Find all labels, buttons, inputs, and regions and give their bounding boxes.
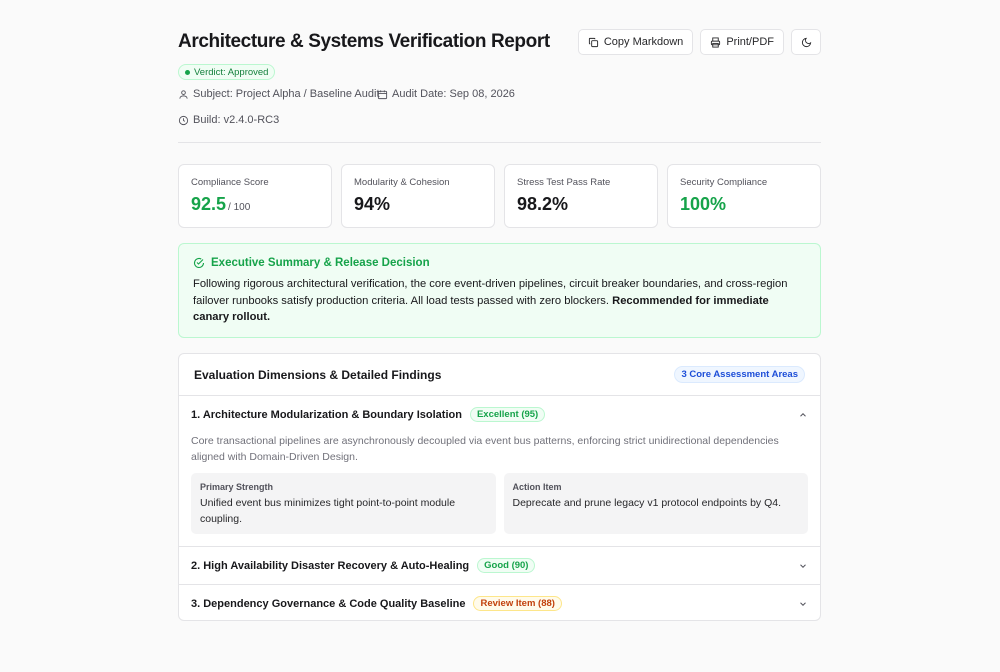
findings-title: Evaluation Dimensions & Detailed Finding…: [194, 367, 442, 382]
print-pdf-button[interactable]: Print/PDF: [700, 29, 784, 55]
moon-icon: [801, 37, 811, 47]
metric-value: 100%: [680, 194, 727, 214]
metric-label: Stress Test Pass Rate: [517, 177, 611, 188]
finding-toggle[interactable]: 1. Architecture Modularization & Boundar…: [179, 396, 820, 433]
finding-title: 2. High Availability Disaster Recovery &…: [191, 559, 470, 572]
verdict-badge: Verdict: Approved: [178, 64, 276, 80]
findings-header: Evaluation Dimensions & Detailed Finding…: [179, 354, 820, 396]
metric-card-stress-test: Stress Test Pass Rate 98.2%: [504, 164, 658, 228]
compliance-score-value: 92.5: [191, 194, 227, 214]
toolbar: Copy Markdown Print/PDF: [577, 29, 821, 55]
metric-value: 92.5/ 100: [191, 194, 319, 215]
metric-label: Modularity & Cohesion: [354, 177, 450, 188]
card-label: Primary Strength: [200, 482, 274, 492]
subject-text: Subject: Project Alpha / Baseline Audit: [193, 88, 380, 100]
card-text: Unified event bus minimizes tight point-…: [200, 497, 456, 525]
metric-card-compliance: Compliance Score 92.5/ 100: [178, 164, 332, 228]
clock-icon: [178, 115, 189, 125]
findings-panel: Evaluation Dimensions & Detailed Finding…: [178, 353, 821, 621]
theme-toggle-button[interactable]: [791, 29, 821, 55]
finding-item: 1. Architecture Modularization & Boundar…: [179, 396, 820, 547]
copy-markdown-label: Copy Markdown: [603, 36, 684, 48]
audit-date-text: Audit Date: Sep 08, 2026: [392, 88, 515, 100]
action-item-card: Action Item Deprecate and prune legacy v…: [503, 473, 808, 534]
summary-title: Executive Summary & Release Decision: [211, 257, 430, 269]
finding-description: Core transactional pipelines are asynchr…: [191, 435, 779, 463]
summary-heading: Executive Summary & Release Decision: [193, 257, 806, 269]
build-text: Build: v2.4.0-RC3: [193, 114, 280, 126]
finding-title: 1. Architecture Modularization & Boundar…: [191, 408, 462, 421]
chevron-up-icon: [800, 412, 806, 417]
finding-item: 2. High Availability Disaster Recovery &…: [179, 547, 820, 585]
check-circle-icon: [194, 257, 205, 269]
printer-icon: [711, 36, 721, 48]
print-pdf-label: Print/PDF: [726, 36, 774, 48]
audit-date-meta: Audit Date: Sep 08, 2026: [377, 88, 515, 100]
card-text: Deprecate and prune legacy v1 protocol e…: [512, 497, 782, 509]
summary-body: Following rigorous architectural verific…: [193, 276, 806, 326]
primary-strength-card: Primary Strength Unified event bus minim…: [191, 473, 496, 534]
metric-value: 94%: [354, 194, 391, 214]
finding-item: 3. Dependency Governance & Code Quality …: [179, 585, 820, 620]
chevron-down-icon: [800, 601, 806, 606]
executive-summary: Executive Summary & Release Decision Fol…: [178, 243, 821, 338]
build-meta: Build: v2.4.0-RC3: [178, 114, 279, 126]
metric-value: 98.2%: [517, 194, 569, 214]
assessment-areas-badge: 3 Core Assessment Areas: [674, 366, 805, 383]
copy-icon: [588, 37, 598, 47]
finding-cards: Primary Strength Unified event bus minim…: [191, 473, 808, 534]
metrics-row: Compliance Score 92.5/ 100 Modularity & …: [178, 164, 821, 228]
metric-label: Compliance Score: [191, 177, 269, 188]
metric-card-security: Security Compliance 100%: [667, 164, 821, 228]
chevron-down-icon: [800, 563, 806, 568]
metric-label: Security Compliance: [680, 177, 768, 188]
user-icon: [179, 89, 188, 99]
finding-toggle[interactable]: 3. Dependency Governance & Code Quality …: [179, 585, 820, 620]
score-badge: Good (90): [477, 558, 536, 573]
metric-card-modularity: Modularity & Cohesion 94%: [341, 164, 495, 228]
subject-meta: Subject: Project Alpha / Baseline Audit: [178, 88, 380, 100]
finding-body: Core transactional pipelines are asynchr…: [179, 433, 820, 546]
finding-title: 3. Dependency Governance & Code Quality …: [191, 597, 466, 610]
compliance-score-suffix: / 100: [228, 202, 251, 213]
score-badge: Excellent (95): [469, 407, 546, 422]
calendar-icon: [377, 89, 388, 99]
copy-markdown-button[interactable]: Copy Markdown: [577, 29, 694, 55]
header-divider: [178, 142, 821, 143]
finding-toggle[interactable]: 2. High Availability Disaster Recovery &…: [179, 547, 820, 584]
page-title: Architecture & Systems Verification Repo…: [178, 31, 550, 52]
card-label: Action Item: [512, 482, 562, 492]
verdict-label: Verdict: Approved: [194, 66, 269, 78]
status-dot: [185, 69, 190, 75]
score-badge: Review Item (88): [473, 596, 562, 611]
